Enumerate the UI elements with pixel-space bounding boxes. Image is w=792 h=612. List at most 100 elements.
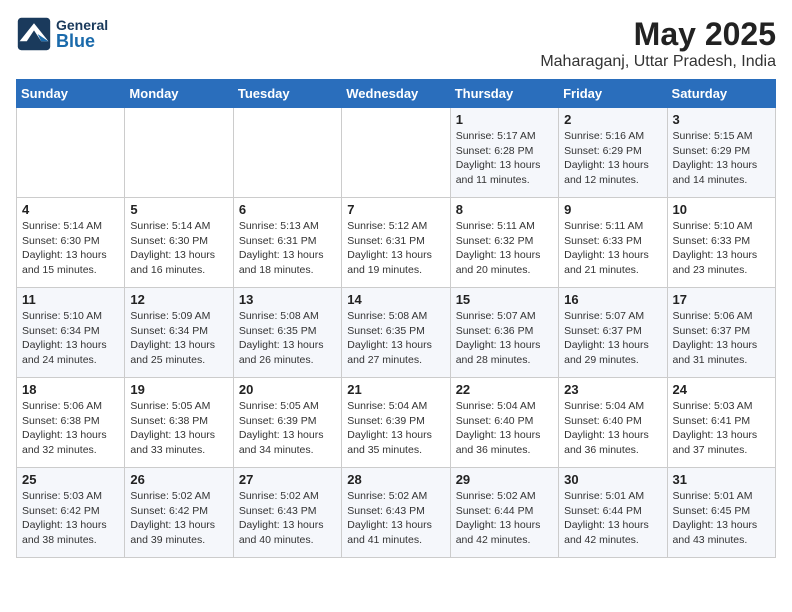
day-info: Sunrise: 5:02 AMSunset: 6:43 PMDaylight:… [347,489,444,548]
day-number: 29 [456,472,553,487]
day-number: 18 [22,382,119,397]
logo-icon [16,16,52,52]
day-info: Sunrise: 5:15 AMSunset: 6:29 PMDaylight:… [673,129,770,188]
day-number: 14 [347,292,444,307]
day-info: Sunrise: 5:11 AMSunset: 6:33 PMDaylight:… [564,219,661,278]
day-info: Sunrise: 5:08 AMSunset: 6:35 PMDaylight:… [239,309,336,368]
day-info: Sunrise: 5:02 AMSunset: 6:43 PMDaylight:… [239,489,336,548]
day-info: Sunrise: 5:09 AMSunset: 6:34 PMDaylight:… [130,309,227,368]
calendar-cell [342,108,450,198]
day-info: Sunrise: 5:01 AMSunset: 6:44 PMDaylight:… [564,489,661,548]
day-info: Sunrise: 5:13 AMSunset: 6:31 PMDaylight:… [239,219,336,278]
day-info: Sunrise: 5:07 AMSunset: 6:37 PMDaylight:… [564,309,661,368]
day-info: Sunrise: 5:02 AMSunset: 6:44 PMDaylight:… [456,489,553,548]
day-info: Sunrise: 5:02 AMSunset: 6:42 PMDaylight:… [130,489,227,548]
day-info: Sunrise: 5:06 AMSunset: 6:37 PMDaylight:… [673,309,770,368]
day-info: Sunrise: 5:07 AMSunset: 6:36 PMDaylight:… [456,309,553,368]
day-number: 28 [347,472,444,487]
calendar-cell: 30 Sunrise: 5:01 AMSunset: 6:44 PMDayligh… [559,468,667,558]
day-info: Sunrise: 5:05 AMSunset: 6:38 PMDaylight:… [130,399,227,458]
weekday-header-thursday: Thursday [450,80,558,108]
day-number: 25 [22,472,119,487]
day-number: 11 [22,292,119,307]
calendar-cell: 19 Sunrise: 5:05 AMSunset: 6:38 PMDayligh… [125,378,233,468]
weekday-header-sunday: Sunday [17,80,125,108]
day-info: Sunrise: 5:10 AMSunset: 6:33 PMDaylight:… [673,219,770,278]
day-number: 3 [673,112,770,127]
day-number: 21 [347,382,444,397]
day-info: Sunrise: 5:06 AMSunset: 6:38 PMDaylight:… [22,399,119,458]
day-number: 17 [673,292,770,307]
calendar-cell: 17 Sunrise: 5:06 AMSunset: 6:37 PMDayligh… [667,288,775,378]
calendar-cell [125,108,233,198]
calendar-cell: 22Sunrise: 5:04 AMSunset: 6:40 PMDayligh… [450,378,558,468]
day-number: 5 [130,202,227,217]
calendar-cell: 21Sunrise: 5:04 AMSunset: 6:39 PMDayligh… [342,378,450,468]
day-info: Sunrise: 5:08 AMSunset: 6:35 PMDaylight:… [347,309,444,368]
calendar-cell: 28 Sunrise: 5:02 AMSunset: 6:43 PMDayligh… [342,468,450,558]
calendar-cell: 11Sunrise: 5:10 AMSunset: 6:34 PMDayligh… [17,288,125,378]
day-number: 9 [564,202,661,217]
calendar-cell [17,108,125,198]
day-info: Sunrise: 5:11 AMSunset: 6:32 PMDaylight:… [456,219,553,278]
weekday-row: SundayMondayTuesdayWednesdayThursdayFrid… [17,80,776,108]
day-number: 30 [564,472,661,487]
calendar-title: May 2025 [540,16,776,53]
day-number: 12 [130,292,227,307]
weekday-header-monday: Monday [125,80,233,108]
day-number: 1 [456,112,553,127]
calendar-cell: 8Sunrise: 5:11 AMSunset: 6:32 PMDaylight… [450,198,558,288]
calendar-cell: 7 Sunrise: 5:12 AMSunset: 6:31 PMDaylight… [342,198,450,288]
weekday-header-friday: Friday [559,80,667,108]
day-info: Sunrise: 5:03 AMSunset: 6:42 PMDaylight:… [22,489,119,548]
calendar-cell: 4Sunrise: 5:14 AMSunset: 6:30 PMDaylight… [17,198,125,288]
calendar-cell: 29 Sunrise: 5:02 AMSunset: 6:44 PMDayligh… [450,468,558,558]
weekday-header-wednesday: Wednesday [342,80,450,108]
day-info: Sunrise: 5:14 AMSunset: 6:30 PMDaylight:… [130,219,227,278]
calendar-cell: 16 Sunrise: 5:07 AMSunset: 6:37 PMDayligh… [559,288,667,378]
day-info: Sunrise: 5:14 AMSunset: 6:30 PMDaylight:… [22,219,119,278]
day-number: 20 [239,382,336,397]
day-number: 10 [673,202,770,217]
day-number: 13 [239,292,336,307]
day-number: 16 [564,292,661,307]
day-info: Sunrise: 5:12 AMSunset: 6:31 PMDaylight:… [347,219,444,278]
calendar-cell: 27 Sunrise: 5:02 AMSunset: 6:43 PMDayligh… [233,468,341,558]
calendar-cell: 25 Sunrise: 5:03 AMSunset: 6:42 PMDayligh… [17,468,125,558]
day-info: Sunrise: 5:04 AMSunset: 6:40 PMDaylight:… [564,399,661,458]
calendar-header: SundayMondayTuesdayWednesdayThursdayFrid… [17,80,776,108]
calendar-cell: 20 Sunrise: 5:05 AMSunset: 6:39 PMDayligh… [233,378,341,468]
calendar-cell: 10 Sunrise: 5:10 AMSunset: 6:33 PMDayligh… [667,198,775,288]
calendar-cell: 23Sunrise: 5:04 AMSunset: 6:40 PMDayligh… [559,378,667,468]
day-number: 2 [564,112,661,127]
day-info: Sunrise: 5:03 AMSunset: 6:41 PMDaylight:… [673,399,770,458]
logo-general: General [56,18,108,32]
calendar-subtitle: Maharaganj, Uttar Pradesh, India [540,53,776,71]
day-number: 31 [673,472,770,487]
calendar-week-3: 11Sunrise: 5:10 AMSunset: 6:34 PMDayligh… [17,288,776,378]
logo: General Blue [16,16,108,52]
calendar-cell: 15 Sunrise: 5:07 AMSunset: 6:36 PMDayligh… [450,288,558,378]
day-number: 22 [456,382,553,397]
day-number: 7 [347,202,444,217]
day-number: 27 [239,472,336,487]
weekday-header-tuesday: Tuesday [233,80,341,108]
calendar-week-1: 1 Sunrise: 5:17 AMSunset: 6:28 PMDaylight… [17,108,776,198]
logo-blue: Blue [56,32,108,50]
calendar-cell: 26 Sunrise: 5:02 AMSunset: 6:42 PMDayligh… [125,468,233,558]
day-number: 6 [239,202,336,217]
day-info: Sunrise: 5:01 AMSunset: 6:45 PMDaylight:… [673,489,770,548]
calendar-table: SundayMondayTuesdayWednesdayThursdayFrid… [16,79,776,558]
calendar-cell: 1 Sunrise: 5:17 AMSunset: 6:28 PMDaylight… [450,108,558,198]
calendar-cell: 31 Sunrise: 5:01 AMSunset: 6:45 PMDayligh… [667,468,775,558]
calendar-cell: 2Sunrise: 5:16 AMSunset: 6:29 PMDaylight… [559,108,667,198]
calendar-cell [233,108,341,198]
day-number: 19 [130,382,227,397]
day-info: Sunrise: 5:05 AMSunset: 6:39 PMDaylight:… [239,399,336,458]
day-number: 15 [456,292,553,307]
day-info: Sunrise: 5:17 AMSunset: 6:28 PMDaylight:… [456,129,553,188]
day-number: 26 [130,472,227,487]
logo-text: General Blue [56,18,108,50]
calendar-cell: 9 Sunrise: 5:11 AMSunset: 6:33 PMDaylight… [559,198,667,288]
calendar-cell: 3 Sunrise: 5:15 AMSunset: 6:29 PMDaylight… [667,108,775,198]
